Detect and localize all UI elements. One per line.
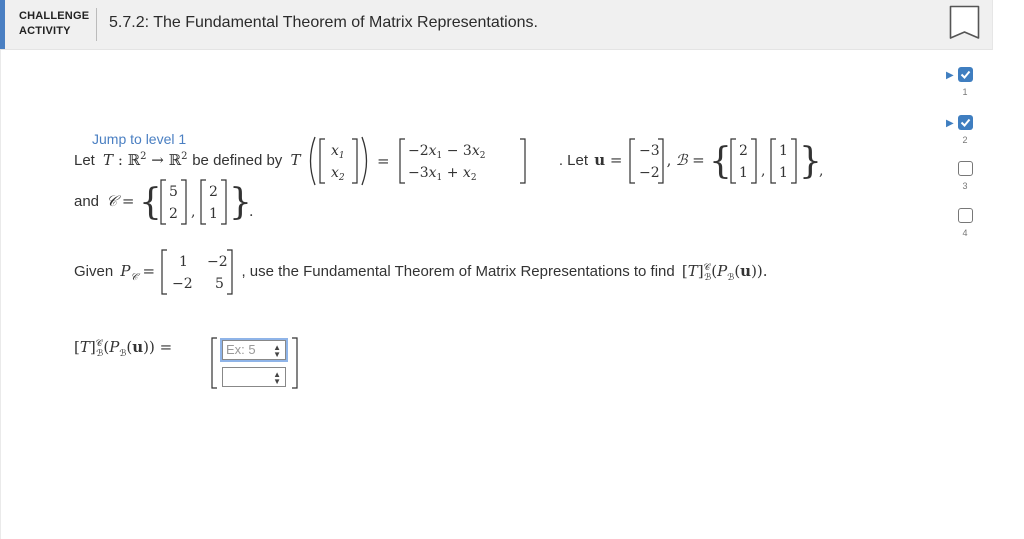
answer-line: [T]𝒞ℬ(Pℬ(u)) =: [74, 338, 172, 359]
activity-content: Jump to level 1 Let T : ℝ2 → ℝ2 be defin…: [0, 50, 993, 539]
answer-input-row-2[interactable]: ▲ ▼: [222, 367, 286, 387]
problem-line-3: Given P𝒞 = 1 −2 −2 5 , use the Fundament…: [74, 246, 768, 298]
math-C-set: { 5 2 , 2 1 } .: [139, 179, 253, 225]
svg-text:−2: −2: [639, 165, 660, 181]
math-Pc: P𝒞: [120, 261, 138, 283]
and-text: and: [74, 192, 100, 210]
header-accent: [0, 0, 5, 49]
level-2[interactable]: ▶ 2: [946, 115, 976, 145]
svg-text:2: 2: [739, 143, 748, 159]
svg-text:−2x1 − 3x2: −2x1 − 3x2: [408, 143, 485, 161]
math-target: [T]𝒞ℬ(Pℬ(u)).: [681, 261, 768, 283]
spinner-icon[interactable]: ▲ ▼: [273, 344, 281, 359]
svg-text:1: 1: [739, 165, 748, 181]
math-B: ℬ: [675, 150, 688, 169]
svg-text:,: ,: [761, 163, 765, 179]
let-text: Let: [74, 151, 95, 169]
level-number: 3: [962, 181, 968, 191]
challenge-activity-label: CHALLENGE ACTIVITY: [19, 9, 89, 39]
svg-text:,: ,: [191, 204, 195, 220]
given-text: Given: [74, 262, 114, 280]
check-icon: [957, 67, 973, 82]
current-level-arrow-icon: ▶: [946, 118, 954, 129]
svg-text:{: {: [139, 182, 162, 223]
level-4[interactable]: 4: [954, 208, 976, 238]
math-T: T: [290, 150, 301, 169]
problem-line-2: and 𝒞 = { 5 2 , 2 1 } .: [74, 176, 259, 228]
label-line-1: CHALLENGE: [19, 10, 90, 22]
svg-text:.: .: [249, 204, 253, 220]
svg-text:2: 2: [209, 184, 218, 200]
math-answer-lhs: [T]𝒞ℬ(Pℬ(u)) =: [74, 338, 173, 359]
level-1[interactable]: ▶ 1: [946, 67, 976, 97]
empty-box-icon: [957, 208, 973, 223]
math-C: 𝒞: [106, 191, 118, 210]
svg-text:1: 1: [209, 206, 218, 222]
answer-placeholder-1: Ex: 5: [226, 342, 256, 357]
use-theorem-text: , use the Fundamental Theorem of Matrix …: [241, 262, 675, 280]
math-u-vector: −3 −2: [629, 138, 664, 184]
math-T-map: T: [103, 150, 114, 169]
math-Pc-matrix: 1 −2 −2 5: [161, 249, 233, 295]
label-line-2: ACTIVITY: [19, 25, 71, 37]
level-number: 4: [962, 228, 968, 238]
activity-header: CHALLENGE ACTIVITY 5.7.2: The Fundamenta…: [0, 0, 992, 50]
svg-text:1: 1: [179, 254, 188, 270]
svg-text:{: {: [709, 141, 732, 182]
level-number: 2: [962, 135, 968, 145]
svg-text:=: =: [377, 152, 390, 170]
math-eq: =: [605, 150, 623, 169]
svg-text:−3x1 + x2: −3x1 + x2: [408, 165, 477, 183]
math-u: u: [594, 150, 606, 169]
math-B-set: { 2 1 , 1 1 } ,: [709, 138, 823, 184]
be-defined-text: be defined by: [192, 151, 283, 169]
math-eq-p: =: [137, 261, 156, 280]
math-eq-b: =: [687, 150, 705, 169]
header-separator: [96, 8, 97, 41]
math-T-definition: x1 x2 = −2x1 − 3x2 −3x1 + x2: [309, 136, 526, 186]
svg-text:5: 5: [169, 184, 178, 200]
svg-text:,: ,: [819, 163, 823, 179]
level-number: 1: [962, 87, 968, 97]
bookmark-icon[interactable]: [949, 5, 980, 41]
svg-text:1: 1: [779, 165, 788, 181]
svg-text:−3: −3: [639, 143, 660, 159]
svg-text:x2: x2: [331, 165, 345, 183]
level-3[interactable]: 3: [954, 161, 976, 191]
math-colon: : ℝ2 → ℝ2: [113, 150, 188, 169]
svg-text:2: 2: [169, 206, 178, 222]
svg-text:1: 1: [779, 143, 788, 159]
empty-box-icon: [957, 161, 973, 176]
current-level-arrow-icon: ▶: [946, 70, 954, 81]
let-u-text: . Let: [558, 151, 589, 169]
math-eq-c: =: [117, 191, 135, 210]
svg-text:5: 5: [215, 276, 224, 292]
spinner-icon[interactable]: ▲ ▼: [273, 371, 281, 386]
check-icon: [957, 115, 973, 130]
svg-text:−2: −2: [172, 276, 193, 292]
svg-text:−2: −2: [207, 254, 228, 270]
activity-title: 5.7.2: The Fundamental Theorem of Matrix…: [109, 14, 538, 31]
answer-input-row-1[interactable]: Ex: 5 ▲ ▼: [220, 338, 288, 362]
math-comma: ,: [666, 150, 672, 169]
svg-text:x1: x1: [331, 143, 345, 161]
